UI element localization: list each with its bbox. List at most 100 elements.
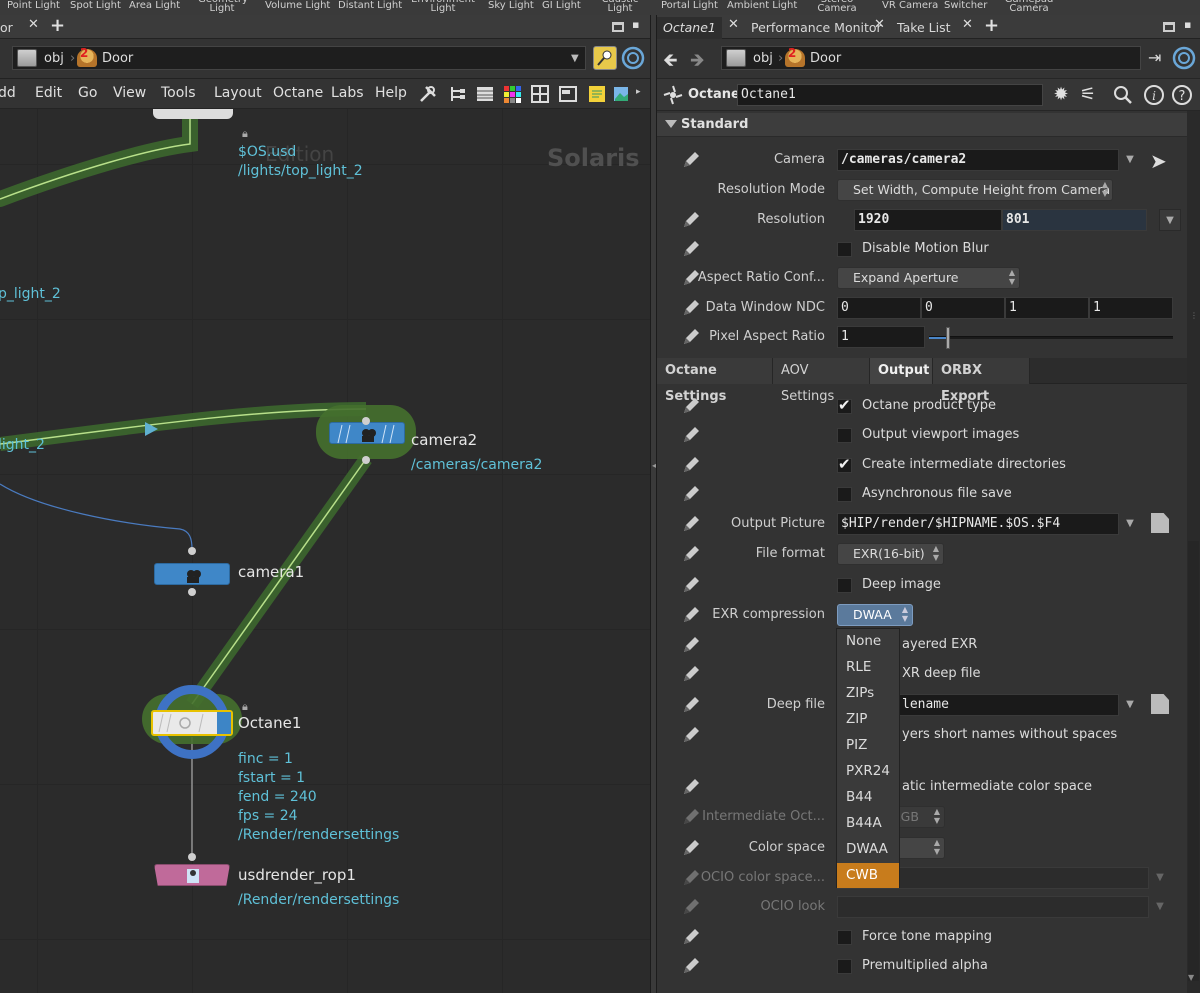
menu-labs[interactable]: Labs (331, 85, 364, 101)
sticky-note-icon[interactable] (587, 84, 607, 104)
camera2-output[interactable] (362, 456, 370, 464)
ndc-field-3[interactable]: 1 (1089, 297, 1173, 319)
force-tone-checkbox[interactable] (837, 930, 852, 945)
exr-option-piz[interactable]: PIZ (837, 733, 899, 758)
menu-tools[interactable]: Tools (161, 85, 196, 101)
close-icon[interactable]: ✕ (28, 17, 39, 32)
pin-icon[interactable]: ⇥ (1148, 48, 1161, 67)
pin-icon[interactable] (593, 46, 617, 70)
grid-icon[interactable] (530, 84, 550, 104)
pencil-icon[interactable] (681, 425, 701, 445)
maximize-icon[interactable] (1163, 22, 1175, 32)
menu-add[interactable]: dd (0, 85, 16, 101)
menu-edit[interactable]: Edit (35, 85, 62, 101)
pane-menu-icon[interactable]: ▪ (632, 18, 639, 31)
octane-node[interactable] (151, 710, 233, 736)
link-icon[interactable] (621, 46, 645, 70)
menu-layout[interactable]: Layout (214, 85, 262, 101)
exr-option-b44a[interactable]: B44A (837, 811, 899, 836)
pane-splitter[interactable]: ◂ (650, 15, 657, 993)
file-browse-icon[interactable] (1151, 694, 1169, 714)
forward-arrow-icon[interactable]: 🡺 (690, 48, 705, 78)
ndc-field-2[interactable]: 1 (1005, 297, 1089, 319)
ndc-field-1[interactable]: 0 (921, 297, 1005, 319)
shelf-portal-light[interactable]: Portal Light (661, 1, 718, 11)
shelf-gi-light[interactable]: GI Light (542, 1, 581, 11)
wrench-icon[interactable] (418, 84, 438, 104)
crumb-door[interactable]: Door (102, 51, 133, 67)
help-icon[interactable]: ? (1171, 84, 1193, 106)
exr-option-cwb[interactable]: CWB (837, 863, 899, 888)
async-save-checkbox[interactable] (837, 487, 852, 502)
shelf-ambient-light[interactable]: Ambient Light (727, 1, 797, 11)
shelf-volume-light[interactable]: Volume Light (265, 1, 330, 11)
brush-icon[interactable]: ⚟ (1077, 84, 1099, 106)
shelf-sky-light[interactable]: Sky Light (488, 1, 534, 11)
shelf-gamepad-camera[interactable]: Gamepad Camera (1003, 0, 1055, 14)
chevron-down-icon[interactable]: ▼ (1159, 209, 1181, 231)
tab-output[interactable]: Output (870, 358, 933, 384)
path-field[interactable]: obj › 2 Door ▼ (12, 46, 586, 70)
crumb-obj[interactable]: obj (44, 51, 64, 67)
pencil-icon[interactable] (681, 455, 701, 475)
layout-icon[interactable] (558, 84, 578, 104)
exr-option-zip[interactable]: ZIP (837, 707, 899, 732)
crumb-obj[interactable]: obj (753, 51, 773, 67)
menu-view[interactable]: View (113, 85, 146, 101)
pixel-aspect-slider[interactable] (929, 327, 1173, 349)
deep-image-checkbox[interactable] (837, 578, 852, 593)
slider-handle[interactable] (946, 327, 951, 349)
cursor-pick-icon[interactable]: ➤ (1150, 149, 1167, 173)
pencil-icon[interactable] (681, 838, 701, 858)
add-tab-icon[interactable]: + (984, 15, 999, 36)
exr-option-rle[interactable]: RLE (837, 655, 899, 680)
chevron-down-icon[interactable]: ▼ (1119, 149, 1141, 171)
menu-octane[interactable]: Octane (273, 85, 323, 101)
tab-network[interactable]: or (0, 17, 19, 39)
crumb-door[interactable]: Door (810, 51, 841, 67)
close-icon[interactable]: ✕ (962, 17, 973, 32)
exr-option-zips[interactable]: ZIPs (837, 681, 899, 706)
ndc-field-0[interactable]: 0 (837, 297, 921, 319)
shelf-point-light[interactable]: Point Light (7, 1, 60, 11)
resolution-height-field[interactable]: 801 (1002, 209, 1147, 231)
exr-option-dwaa[interactable]: DWAA (837, 837, 899, 862)
pencil-icon[interactable] (681, 239, 701, 259)
scroll-thumb[interactable] (1188, 541, 1199, 981)
search-icon[interactable] (1112, 84, 1134, 106)
scroll-grip-icon[interactable]: ⋮ (1190, 311, 1198, 320)
shelf-vr-camera[interactable]: VR Camera (882, 1, 938, 11)
splitter-handle-icon[interactable]: ◂ (652, 461, 656, 470)
pane-menu-icon[interactable]: ▪ (1184, 18, 1191, 31)
pencil-icon[interactable] (681, 514, 701, 534)
info-icon[interactable]: i (1143, 84, 1165, 106)
parameter-scrollbar[interactable]: ⋮ ▼ (1187, 111, 1200, 993)
tab-octane1[interactable]: Octane1 (657, 17, 722, 39)
camera1-node[interactable] (154, 563, 230, 585)
pencil-icon[interactable] (681, 695, 701, 715)
exr-option-pxr24[interactable]: PXR24 (837, 759, 899, 784)
file-browse-icon[interactable] (1151, 513, 1169, 533)
shelf-switcher[interactable]: Switcher (944, 1, 987, 11)
rop-input[interactable] (188, 853, 196, 861)
pencil-icon[interactable] (681, 725, 701, 745)
link-icon[interactable] (1172, 46, 1196, 70)
pencil-icon[interactable] (681, 396, 701, 416)
menu-help[interactable]: Help (375, 85, 407, 101)
chevron-right-icon[interactable]: ▸ (636, 87, 641, 97)
pencil-icon[interactable] (681, 298, 701, 318)
network-canvas[interactable]: Solaris Edition 🔒︎ $OS.usd /lights/top_l… (0, 109, 650, 993)
image-icon[interactable] (612, 84, 632, 104)
shelf-spot-light[interactable]: Spot Light (70, 1, 121, 11)
node-name-field[interactable]: Octane1 (737, 84, 1043, 106)
pencil-icon[interactable] (681, 927, 701, 947)
tree-icon[interactable] (448, 84, 468, 104)
scroll-down-icon[interactable]: ▼ (1188, 973, 1194, 982)
tab-aov-settings[interactable]: AOV Settings (773, 358, 870, 404)
shelf-distant-light[interactable]: Distant Light (338, 1, 402, 11)
standard-section-header[interactable]: Standard (657, 113, 1187, 137)
close-icon[interactable]: ✕ (728, 17, 739, 32)
tab-take-list[interactable]: Take List (891, 17, 957, 39)
pencil-icon[interactable] (681, 327, 701, 347)
top-light-node[interactable] (153, 109, 233, 119)
